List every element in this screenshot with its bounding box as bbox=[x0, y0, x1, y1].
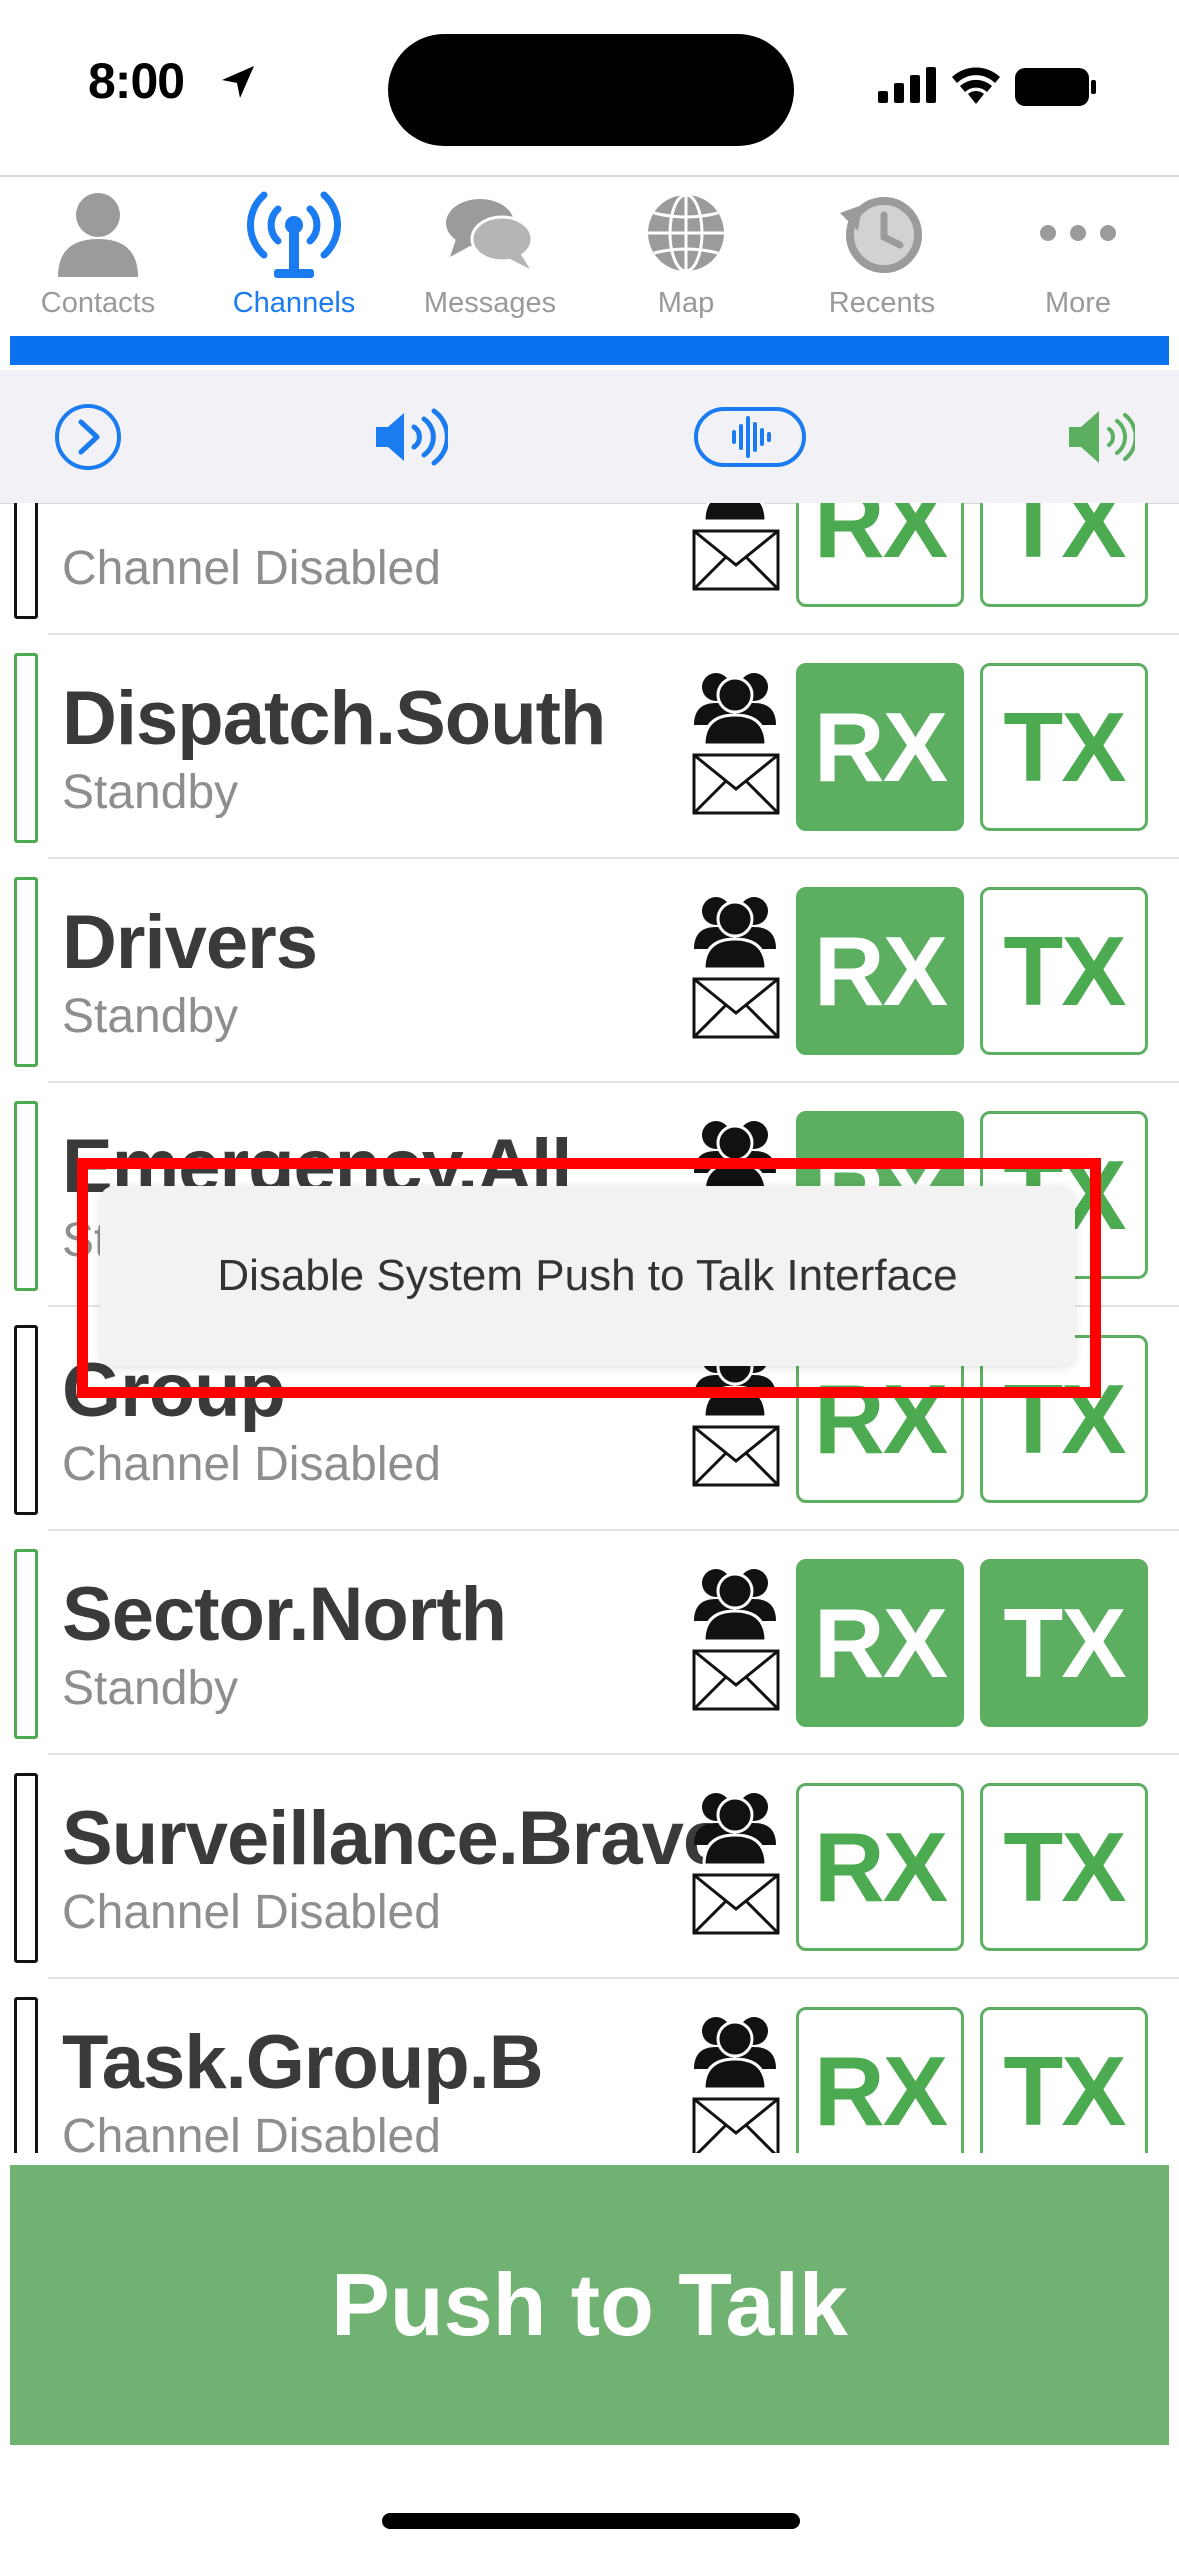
members-icon[interactable] bbox=[690, 2009, 780, 2096]
home-indicator bbox=[382, 2513, 800, 2529]
antenna-icon bbox=[247, 191, 341, 278]
tx-toggle-button[interactable]: TX bbox=[980, 503, 1148, 607]
rx-toggle-button[interactable]: RX bbox=[796, 1783, 964, 1951]
rx-toggle-button[interactable]: RX bbox=[796, 1559, 964, 1727]
channel-row[interactable]: Dispatch.South Standby RX TX bbox=[0, 635, 1179, 859]
channel-status-indicator bbox=[14, 1549, 38, 1739]
channel-name: Surveillance.Bravo bbox=[62, 1796, 729, 1881]
speaker-volume-icon bbox=[1069, 410, 1135, 463]
channel-row[interactable]: Channel Disabled RX TX bbox=[0, 503, 1179, 635]
ellipsis-icon bbox=[1040, 225, 1116, 241]
voice-button[interactable] bbox=[690, 370, 810, 503]
mail-icon[interactable] bbox=[692, 1649, 780, 1716]
history-icon bbox=[840, 197, 922, 273]
tx-toggle-button[interactable]: TX bbox=[980, 663, 1148, 831]
channel-status: Channel Disabled bbox=[62, 1886, 441, 1939]
rx-toggle-button[interactable]: RX bbox=[796, 887, 964, 1055]
chevron-right-circle-icon bbox=[55, 403, 121, 470]
tab-label: Contacts bbox=[40, 287, 156, 319]
speaker-button[interactable] bbox=[360, 370, 460, 503]
channel-status-indicator bbox=[14, 1101, 38, 1291]
members-icon[interactable] bbox=[690, 503, 780, 528]
tab-messages[interactable]: Messages bbox=[392, 177, 588, 337]
members-icon[interactable] bbox=[690, 1561, 780, 1648]
channel-name: Dispatch.South bbox=[62, 676, 606, 761]
tab-map[interactable]: Map bbox=[588, 177, 784, 337]
voice-waveform-icon bbox=[694, 406, 806, 467]
mail-icon[interactable] bbox=[692, 1873, 780, 1940]
accent-progress-bar bbox=[10, 336, 1169, 365]
tab-label: More bbox=[1044, 287, 1112, 319]
channel-name: Sector.North bbox=[62, 1572, 507, 1657]
volume-button[interactable] bbox=[1050, 370, 1150, 503]
status-bar: 8:00 bbox=[0, 0, 1179, 175]
channel-row[interactable]: Surveillance.Bravo Channel Disabled RX TX bbox=[0, 1755, 1179, 1979]
tab-label: Messages bbox=[423, 287, 557, 319]
tab-recents[interactable]: Recents bbox=[784, 177, 980, 337]
dynamic-island bbox=[388, 34, 794, 146]
channel-name: Drivers bbox=[62, 900, 318, 985]
tx-toggle-button[interactable]: TX bbox=[980, 887, 1148, 1055]
channel-row[interactable]: Sector.North Standby RX TX bbox=[0, 1531, 1179, 1755]
location-arrow-icon bbox=[222, 66, 254, 98]
mail-icon[interactable] bbox=[692, 529, 780, 596]
channel-status: Channel Disabled bbox=[62, 1438, 441, 1491]
tx-toggle-button[interactable]: TX bbox=[980, 2007, 1148, 2153]
channel-status: Channel Disabled bbox=[62, 2110, 441, 2153]
channel-status: Standby bbox=[62, 1662, 239, 1715]
tab-label: Map bbox=[657, 287, 715, 319]
channel-status-indicator bbox=[14, 1997, 38, 2153]
channel-status-indicator bbox=[14, 653, 38, 843]
cellular-signal-icon bbox=[878, 67, 936, 103]
push-to-talk-button[interactable]: Push to Talk bbox=[10, 2165, 1169, 2445]
channel-status-indicator bbox=[14, 1325, 38, 1515]
channel-row[interactable]: Task.Group.B Channel Disabled RX TX bbox=[0, 1979, 1179, 2153]
battery-icon bbox=[1015, 68, 1096, 106]
rx-toggle-button[interactable]: RX bbox=[796, 2007, 964, 2153]
status-time: 8:00 bbox=[88, 53, 185, 109]
tab-more[interactable]: More bbox=[980, 177, 1176, 337]
members-icon[interactable] bbox=[690, 1785, 780, 1872]
rx-toggle-button[interactable]: RX bbox=[796, 503, 964, 607]
channel-status: Channel Disabled bbox=[62, 542, 441, 595]
globe-icon bbox=[648, 193, 724, 273]
tab-channels[interactable]: Channels bbox=[196, 177, 392, 337]
channel-row[interactable]: Drivers Standby RX TX bbox=[0, 859, 1179, 1083]
channel-status-indicator bbox=[14, 877, 38, 1067]
person-icon bbox=[58, 193, 138, 277]
tab-contacts[interactable]: Contacts bbox=[0, 177, 196, 337]
tx-toggle-button[interactable]: TX bbox=[980, 1559, 1148, 1727]
tx-toggle-button[interactable]: TX bbox=[980, 1783, 1148, 1951]
highlight-box bbox=[77, 1158, 1101, 1398]
rx-toggle-button[interactable]: RX bbox=[796, 663, 964, 831]
speaker-wave-icon bbox=[376, 408, 448, 465]
mail-icon[interactable] bbox=[692, 2097, 780, 2153]
tab-bar: Contacts Channels Messages Map Recents M… bbox=[0, 175, 1179, 337]
channel-toolbar bbox=[0, 370, 1179, 504]
push-to-talk-label: Push to Talk bbox=[331, 2255, 848, 2354]
channel-name: Task.Group.B bbox=[62, 2020, 544, 2105]
channel-status: Standby bbox=[62, 990, 239, 1043]
members-icon[interactable] bbox=[690, 889, 780, 976]
mail-icon[interactable] bbox=[692, 1425, 780, 1492]
wifi-icon bbox=[952, 67, 1000, 104]
chat-bubbles-icon bbox=[446, 199, 534, 269]
expand-button[interactable] bbox=[40, 370, 136, 503]
mail-icon[interactable] bbox=[692, 977, 780, 1044]
mail-icon[interactable] bbox=[692, 753, 780, 820]
tab-label: Recents bbox=[828, 287, 936, 319]
channel-status-indicator bbox=[14, 1773, 38, 1963]
tab-label: Channels bbox=[232, 287, 356, 319]
members-icon[interactable] bbox=[690, 665, 780, 752]
channel-status: Standby bbox=[62, 766, 239, 819]
channel-status-indicator bbox=[14, 503, 38, 619]
